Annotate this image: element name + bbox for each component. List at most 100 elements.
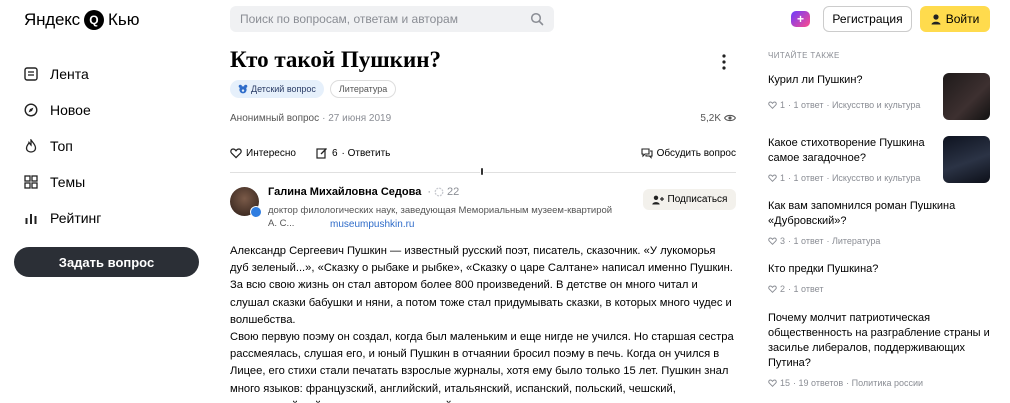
- answer-label: · Ответить: [341, 147, 391, 159]
- related-title[interactable]: Курил ли Пушкин?: [768, 73, 936, 88]
- related-answers: · 19 ответов: [793, 378, 844, 388]
- question-meta: Анонимный вопрос · 27 июня 2019 5,2K: [230, 111, 736, 125]
- answer-paragraph: Свою первую поэму он создал, когда был м…: [230, 331, 734, 403]
- rating-circle-icon: [434, 187, 444, 197]
- question-title: Кто такой Пушкин?: [230, 47, 441, 72]
- logo-q-mark: Q: [83, 10, 104, 30]
- nav-item-top[interactable]: Топ: [24, 128, 204, 164]
- related-title[interactable]: Почему молчит патриотическая общественно…: [768, 311, 990, 371]
- answer-body: Александр Сергеевич Пушкин — известный р…: [230, 243, 736, 403]
- question-main: Кто такой Пушкин? Детский вопрос Литерат…: [230, 44, 736, 403]
- heart-icon: [768, 237, 777, 245]
- related-item[interactable]: Какое стихотворение Пушкина самое загадо…: [768, 136, 990, 183]
- related-sidebar: ЧИТАЙТЕ ТАКЖЕ Курил ли Пушкин? 1 · 1 отв…: [768, 51, 990, 388]
- search-input[interactable]: [240, 12, 530, 26]
- related-title[interactable]: Кто предки Пушкина?: [768, 262, 936, 277]
- related-meta: 2 · 1 ответ: [768, 284, 990, 294]
- question-actions: Интересно 6 · Ответить Обсудить вопрос: [230, 143, 736, 163]
- interesting-button[interactable]: Интересно: [230, 147, 296, 159]
- compass-icon: [24, 103, 38, 117]
- tag-literature[interactable]: Литература: [329, 80, 397, 98]
- nav-item-new[interactable]: Новое: [24, 92, 204, 128]
- register-button[interactable]: Регистрация: [823, 6, 912, 32]
- ask-question-button[interactable]: Задать вопрос: [14, 247, 199, 277]
- author-rating: · 22: [427, 186, 459, 198]
- related-answers: · 1 ответ: [788, 100, 824, 110]
- nav-label: Топ: [50, 138, 73, 154]
- more-options-icon[interactable]: [722, 54, 726, 70]
- related-answers: · 1 ответ: [788, 236, 824, 246]
- related-likes: 1: [780, 173, 786, 183]
- answer-author-block: Галина Михайловна Седова · 22 доктор фил…: [230, 185, 736, 235]
- left-nav: Лента Новое Топ Темы Рейтинг: [24, 56, 204, 236]
- plus-glyph: +: [797, 12, 805, 26]
- yandex-q-logo[interactable]: Яндекс Q Кью: [24, 8, 139, 32]
- related-item[interactable]: Курил ли Пушкин? 1 · 1 ответ · Искусство…: [768, 73, 990, 120]
- eye-icon: [724, 114, 736, 122]
- heart-icon: [768, 174, 777, 182]
- login-button[interactable]: Войти: [920, 6, 990, 32]
- answer-button[interactable]: 6 · Ответить: [316, 147, 390, 159]
- page: Яндекс Q Кью + Регистрация Войти Лента Н…: [0, 0, 1010, 403]
- nav-item-rating[interactable]: Рейтинг: [24, 200, 204, 236]
- interesting-label: Интересно: [246, 147, 296, 159]
- nav-item-topics[interactable]: Темы: [24, 164, 204, 200]
- related-title[interactable]: Как вам запомнился роман Пушкина «Дубров…: [768, 199, 990, 229]
- heart-icon: [768, 285, 777, 293]
- yandex-plus-icon[interactable]: +: [791, 11, 810, 27]
- follow-button[interactable]: Подписаться: [643, 189, 736, 210]
- logo-product: Кью: [107, 10, 140, 29]
- heart-icon: [768, 101, 777, 109]
- fire-icon: [25, 139, 37, 153]
- related-item[interactable]: Как вам запомнился роман Пушкина «Дубров…: [768, 199, 990, 246]
- tag-kids-question[interactable]: Детский вопрос: [230, 80, 324, 98]
- question-tags: Детский вопрос Литература: [230, 80, 736, 98]
- edit-icon: [316, 148, 327, 159]
- login-label: Войти: [945, 12, 980, 26]
- views-counter: 5,2K: [700, 113, 736, 124]
- author-avatar[interactable]: [230, 187, 262, 218]
- feed-icon: [24, 67, 38, 81]
- logo-brand: Яндекс: [24, 10, 80, 29]
- nav-label: Лента: [50, 66, 89, 82]
- bear-icon: [238, 84, 248, 94]
- nav-item-feed[interactable]: Лента: [24, 56, 204, 92]
- verified-badge-icon: [250, 206, 262, 218]
- nav-label: Рейтинг: [50, 210, 102, 226]
- related-item[interactable]: Кто предки Пушкина? 2 · 1 ответ: [768, 262, 990, 294]
- comments-icon: [641, 148, 653, 159]
- related-likes: 3: [780, 236, 786, 246]
- nav-label: Темы: [50, 174, 86, 190]
- discuss-button[interactable]: Обсудить вопрос: [641, 147, 736, 159]
- question-date: · 27 июня 2019: [322, 112, 392, 124]
- add-user-icon: [651, 195, 664, 204]
- related-likes: 2: [780, 284, 786, 294]
- search-bar[interactable]: [230, 6, 554, 32]
- author-website-link[interactable]: museumpushkin.ru: [330, 219, 414, 230]
- author-name-text: Галина Михайловна Седова: [268, 186, 422, 198]
- related-meta: 3 · 1 ответ · Литература: [768, 236, 990, 246]
- related-thumbnail[interactable]: [943, 73, 990, 120]
- related-topic: · Литература: [826, 236, 881, 246]
- author-description-line1: доктор филологических наук, заведующая М…: [268, 205, 613, 216]
- related-item[interactable]: Почему молчит патриотическая общественно…: [768, 311, 990, 388]
- grid-icon: [24, 175, 38, 189]
- related-title[interactable]: Какое стихотворение Пушкина самое загадо…: [768, 136, 936, 166]
- author-name[interactable]: Галина Михайловна Седова · 22: [268, 186, 459, 198]
- answers-divider: [230, 167, 736, 176]
- search-icon[interactable]: [530, 12, 544, 26]
- related-heading: ЧИТАЙТЕ ТАКЖЕ: [768, 51, 840, 60]
- author-description-line2: А. С...: [268, 218, 295, 229]
- bars-icon: [25, 214, 37, 224]
- rating-separator: ·: [427, 186, 432, 198]
- related-topic: · Искусство и культура: [826, 173, 921, 183]
- user-icon: [931, 13, 941, 24]
- views-count: 5,2K: [700, 112, 721, 124]
- related-thumbnail[interactable]: [943, 136, 990, 183]
- tag-label: Детский вопрос: [251, 84, 316, 94]
- heart-icon: [230, 148, 242, 159]
- related-topic: · Искусство и культура: [826, 100, 921, 110]
- question-author: Анонимный вопрос: [230, 112, 320, 124]
- related-likes: 15: [780, 378, 791, 388]
- author-description: доктор филологических наук, заведующая М…: [268, 204, 628, 230]
